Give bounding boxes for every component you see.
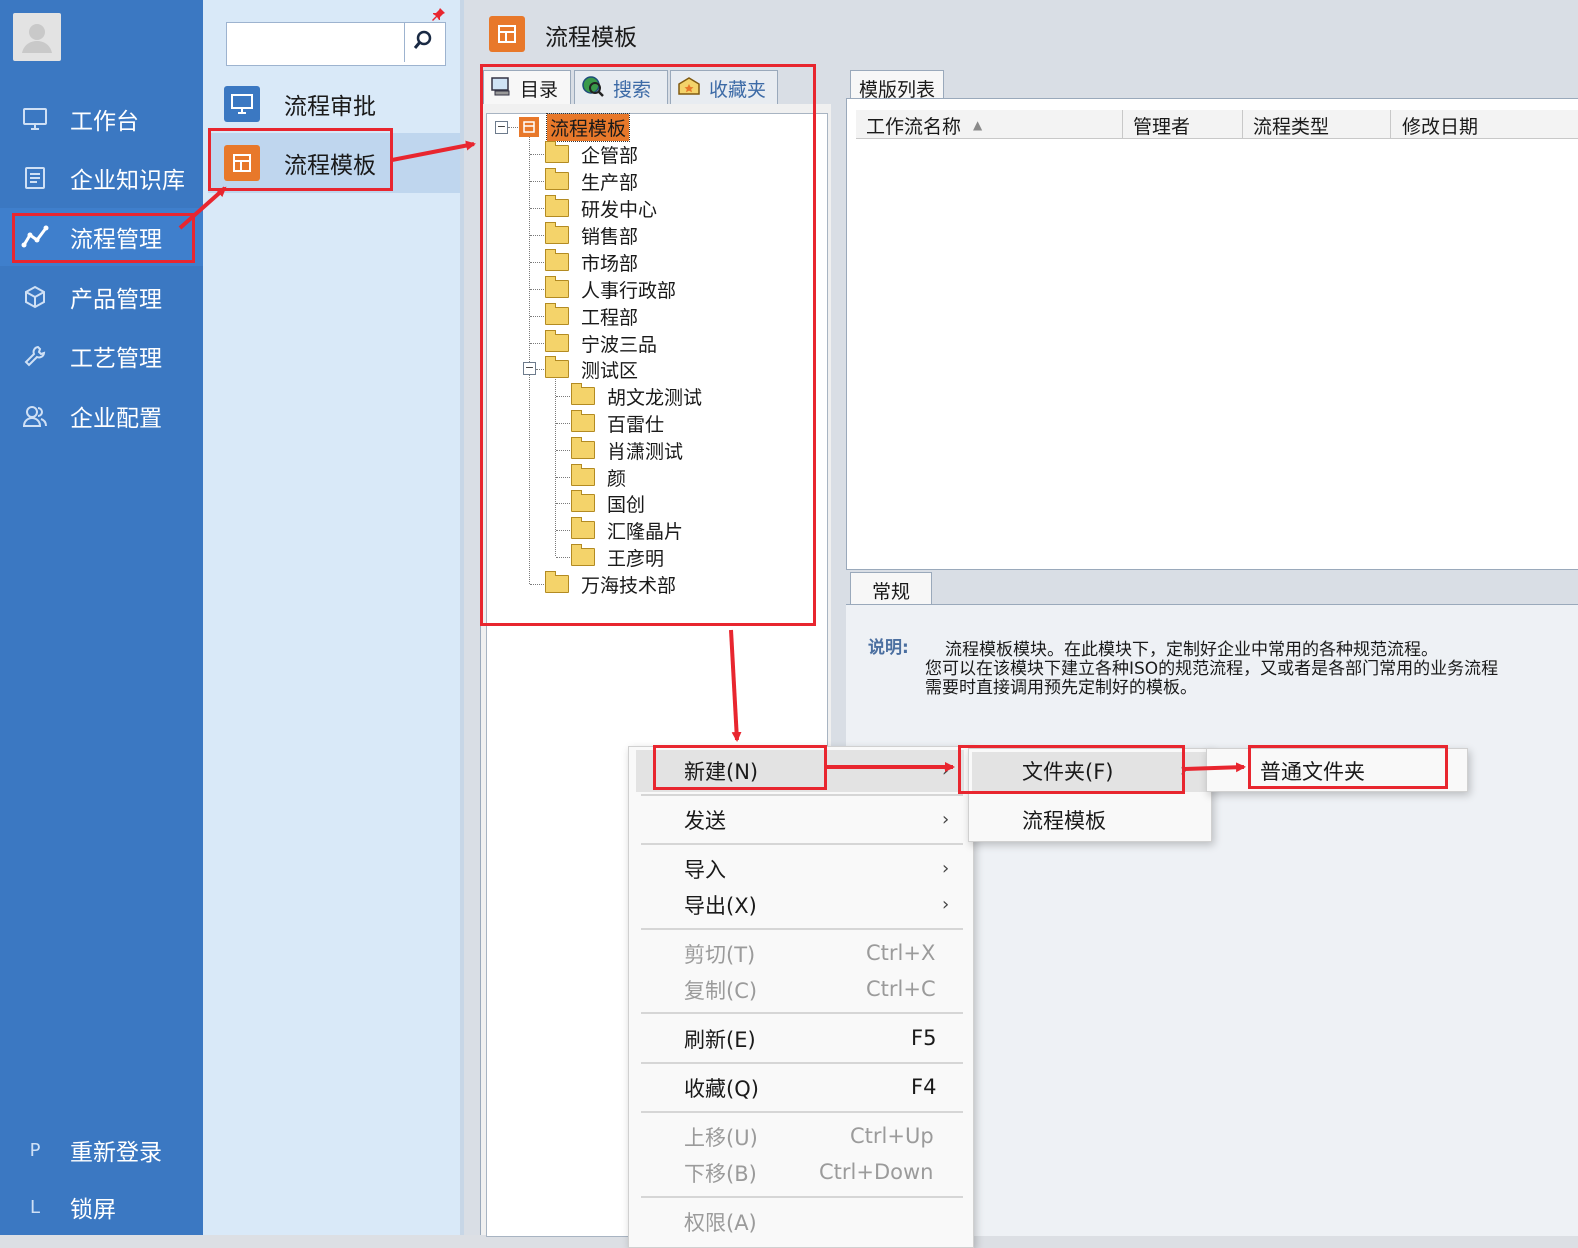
annotation-arrow bbox=[178, 186, 227, 230]
annotation-arrow bbox=[1184, 762, 1246, 773]
annotation-arrow bbox=[729, 629, 742, 742]
annotation-arrow bbox=[391, 140, 476, 162]
annotation-arrows bbox=[178, 140, 1246, 773]
